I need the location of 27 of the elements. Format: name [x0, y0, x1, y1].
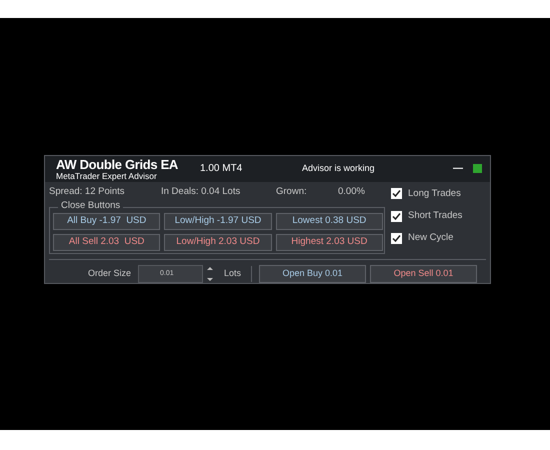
checkbox-label: Long Trades: [408, 186, 461, 201]
order-button[interactable]: Open Buy 0.01: [259, 264, 366, 283]
checkbox-label: New Cycle: [408, 231, 454, 246]
checkbox[interactable]: [391, 210, 402, 222]
close-button[interactable]: Low/High 2.03 USD: [164, 234, 272, 251]
app-title: AW Double Grids EA: [56, 158, 179, 171]
group-title: Close Buttons: [58, 200, 124, 210]
version-label: 1.00 MT4: [200, 162, 244, 176]
lots-label: Lots: [224, 267, 242, 280]
close-button[interactable]: Lowest 0.38 USD: [276, 212, 383, 230]
stat-text: Spread: 12 Points: [49, 184, 126, 199]
checkbox[interactable]: [391, 232, 402, 244]
status-text: Advisor is working: [302, 162, 376, 176]
spinner-icon[interactable]: [206, 264, 214, 283]
checkbox-label: Short Trades: [408, 208, 462, 223]
stat-text: In Deals: 0.04 Lots: [161, 184, 242, 199]
close-button[interactable]: Highest 2.03 USD: [276, 234, 383, 251]
order-size-label: Order Size: [88, 267, 132, 280]
close-button[interactable]: All Buy -1.97 USD: [53, 212, 160, 230]
minimize-button[interactable]: —: [453, 161, 463, 176]
checkbox[interactable]: [391, 188, 402, 200]
close-button[interactable]: Low/High -1.97 USD: [164, 212, 272, 230]
stat-text: 0.00%: [338, 184, 366, 199]
close-button[interactable]: All Sell 2.03 USD: [53, 234, 160, 251]
stat-text: Grown:: [276, 184, 308, 199]
app-subtitle: MetaTrader Expert Advisor: [56, 172, 158, 180]
order-button[interactable]: Open Sell 0.01: [370, 264, 478, 283]
